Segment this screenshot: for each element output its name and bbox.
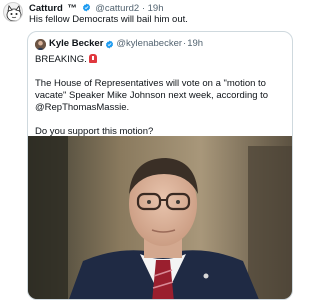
quoted-author-avatar[interactable] [35,38,46,50]
author-name[interactable]: Catturd [29,3,63,14]
quoted-post-card[interactable]: Kyle Becker @kylenabecker · 19h BREAKING… [27,31,293,300]
quoted-author-name[interactable]: Kyle Becker [49,38,103,50]
author-handle[interactable]: @catturd2 [95,3,139,14]
quoted-author-handle[interactable]: @kylenabecker [116,38,182,50]
separator-dot: · [141,3,145,14]
siren-emoji-icon [88,54,97,63]
quoted-post-header: Kyle Becker @kylenabecker · 19h [35,38,286,50]
verified-badge-icon [106,40,114,48]
author-avatar[interactable] [3,2,23,22]
separator-dot: · [183,38,187,49]
quoted-paragraph-1: The House of Representatives will vote o… [35,78,269,113]
author-name-suffix: ™ [67,3,77,14]
post-time[interactable]: 19h [148,3,164,14]
breaking-label: BREAKING. [35,54,87,65]
person-avatar-icon [35,38,46,50]
breaking-line: BREAKING. [35,54,286,66]
verified-badge-icon [82,3,90,12]
cat-cartoon-avatar-icon [6,5,22,21]
quoted-post-photo[interactable] [28,136,293,300]
quoted-post-time[interactable]: 19h [187,38,203,50]
post-text: His fellow Democrats will bail him out. [29,14,188,25]
